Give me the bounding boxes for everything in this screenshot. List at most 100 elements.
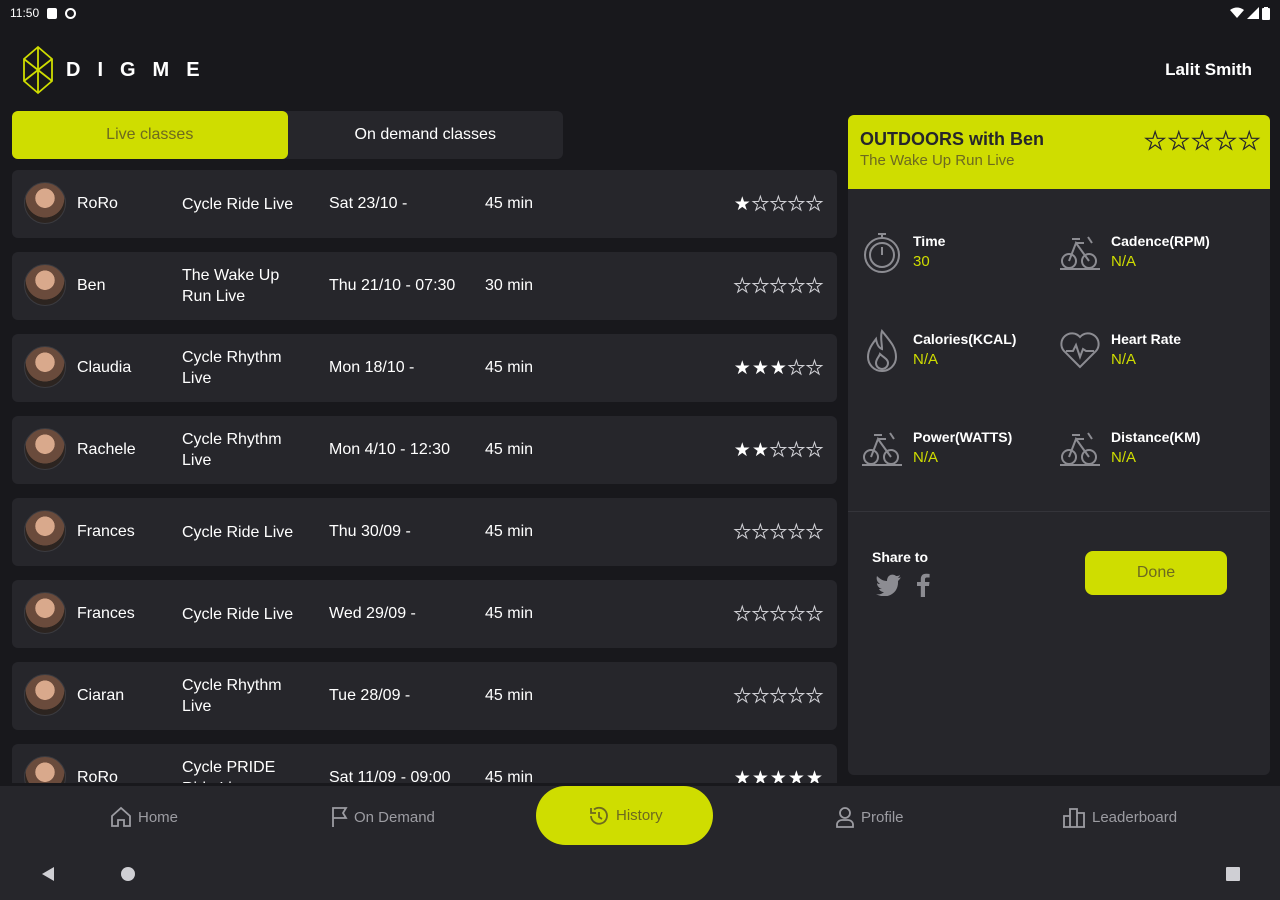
star-icon[interactable]: ★	[805, 603, 823, 626]
metric-label: Time	[913, 233, 946, 249]
class-date: Sat 23/10 -	[329, 195, 408, 212]
star-icon[interactable]: ★	[751, 685, 769, 708]
instructor-avatar	[24, 510, 66, 552]
star-icon[interactable]: ★	[733, 521, 751, 544]
tab-on-demand-classes[interactable]: On demand classes	[288, 111, 564, 159]
nav-leaderboard[interactable]: Leaderboard	[1062, 786, 1177, 848]
star-icon[interactable]: ★	[1167, 127, 1190, 156]
star-icon[interactable]: ★	[751, 603, 769, 626]
class-name: Cycle Ride Live	[182, 195, 294, 213]
nav-home[interactable]: Home	[110, 786, 178, 848]
star-icon[interactable]: ★	[734, 767, 751, 784]
nav-profile[interactable]: Profile	[835, 786, 904, 848]
star-icon[interactable]: ★	[769, 193, 787, 216]
star-icon[interactable]: ★	[787, 521, 805, 544]
class-name: Cycle Rhythm Live	[182, 677, 282, 715]
facebook-icon[interactable]	[916, 573, 930, 597]
star-icon[interactable]: ★	[734, 439, 751, 462]
star-icon[interactable]: ★	[752, 439, 769, 462]
star-icon[interactable]: ★	[751, 521, 769, 544]
class-rating[interactable]: ★ ★ ★ ★ ★	[734, 170, 824, 238]
tab-live-classes[interactable]: Live classes	[12, 111, 288, 159]
star-icon[interactable]: ★	[751, 193, 769, 216]
class-rating[interactable]: ★ ★ ★ ★ ★	[733, 662, 823, 730]
class-rating[interactable]: ★ ★ ★ ★ ★	[734, 744, 823, 784]
metric-power: Power(WATTS) N/A	[860, 425, 1050, 485]
star-icon[interactable]: ★	[787, 357, 805, 380]
star-icon[interactable]: ★	[733, 685, 751, 708]
class-rating[interactable]: ★ ★ ★ ★ ★	[733, 580, 823, 648]
star-icon[interactable]: ★	[806, 767, 823, 784]
star-icon[interactable]: ★	[1238, 127, 1261, 156]
class-row[interactable]: Ciaran Cycle Rhythm Live Tue 28/09 - 45 …	[12, 662, 837, 730]
star-icon[interactable]: ★	[1214, 127, 1237, 156]
star-icon[interactable]: ★	[1191, 127, 1214, 156]
star-icon[interactable]: ★	[787, 439, 805, 462]
recents-icon[interactable]	[1225, 866, 1241, 882]
star-icon[interactable]: ★	[752, 357, 769, 380]
star-icon[interactable]: ★	[805, 357, 823, 380]
star-icon[interactable]: ★	[733, 603, 751, 626]
star-icon[interactable]: ★	[787, 193, 805, 216]
home-button-icon[interactable]	[120, 866, 136, 882]
star-icon[interactable]: ★	[751, 275, 769, 298]
star-icon[interactable]: ★	[805, 685, 823, 708]
star-icon[interactable]: ★	[805, 439, 823, 462]
class-name: Cycle Ride Live	[182, 523, 294, 541]
done-button[interactable]: Done	[1085, 551, 1227, 595]
nav-history[interactable]: History	[536, 786, 713, 845]
user-name[interactable]: Lalit Smith	[1165, 60, 1252, 80]
class-detail-panel: OUTDOORS with Ben The Wake Up Run Live ★…	[848, 115, 1270, 775]
class-row[interactable]: Claudia Cycle Rhythm Live Mon 18/10 - 45…	[12, 334, 837, 402]
wifi-icon	[1230, 7, 1244, 18]
star-icon[interactable]: ★	[788, 767, 805, 784]
class-rating[interactable]: ★ ★ ★ ★ ★	[734, 334, 824, 402]
star-icon[interactable]: ★	[734, 193, 751, 216]
star-icon[interactable]: ★	[787, 603, 805, 626]
class-row[interactable]: Frances Cycle Ride Live Wed 29/09 - 45 m…	[12, 580, 837, 648]
class-name: Cycle PRIDE Ride Live	[182, 759, 276, 783]
star-icon[interactable]: ★	[787, 685, 805, 708]
class-date: Sat 11/09 - 09:00	[329, 769, 451, 783]
star-icon[interactable]: ★	[1144, 127, 1167, 156]
instructor-avatar	[24, 756, 66, 783]
class-rating[interactable]: ★ ★ ★ ★ ★	[734, 416, 824, 484]
class-rating[interactable]: ★ ★ ★ ★ ★	[733, 252, 823, 320]
class-type-tabs: Live classes On demand classes	[12, 111, 563, 159]
metric-value: N/A	[1111, 449, 1137, 466]
class-rating[interactable]: ★ ★ ★ ★ ★	[733, 498, 823, 566]
star-icon[interactable]: ★	[805, 275, 823, 298]
class-row[interactable]: Frances Cycle Ride Live Thu 30/09 - 45 m…	[12, 498, 837, 566]
class-duration: 45 min	[485, 687, 534, 704]
star-icon[interactable]: ★	[770, 767, 787, 784]
class-row[interactable]: RoRo Cycle Ride Live Sat 23/10 - 45 min …	[12, 170, 837, 238]
class-history-list: RoRo Cycle Ride Live Sat 23/10 - 45 min …	[12, 170, 837, 783]
instructor-name: Ben	[77, 277, 106, 294]
digme-logo: DIGME	[22, 45, 217, 95]
class-row[interactable]: Ben The Wake Up Run Live Thu 21/10 - 07:…	[12, 252, 837, 320]
star-icon[interactable]: ★	[769, 275, 787, 298]
star-icon[interactable]: ★	[805, 193, 823, 216]
back-icon[interactable]	[40, 866, 56, 882]
class-date: Wed 29/09 -	[329, 605, 416, 622]
metric-value: N/A	[1111, 253, 1137, 270]
star-icon[interactable]: ★	[787, 275, 805, 298]
detail-rating[interactable]: ★ ★ ★ ★ ★	[1144, 127, 1261, 156]
class-row[interactable]: RoRo Cycle PRIDE Ride Live Sat 11/09 - 0…	[12, 744, 837, 783]
star-icon[interactable]: ★	[769, 685, 787, 708]
star-icon[interactable]: ★	[733, 275, 751, 298]
twitter-icon[interactable]	[876, 574, 902, 596]
leaderboard-icon	[1063, 808, 1085, 828]
star-icon[interactable]: ★	[769, 521, 787, 544]
star-icon[interactable]: ★	[734, 357, 751, 380]
class-duration: 45 min	[485, 195, 534, 212]
nav-on-demand[interactable]: On Demand	[330, 786, 435, 848]
class-row[interactable]: Rachele Cycle Rhythm Live Mon 4/10 - 12:…	[12, 416, 837, 484]
star-icon[interactable]: ★	[769, 439, 787, 462]
metric-distance: Distance(KM) N/A	[1058, 425, 1248, 485]
star-icon[interactable]: ★	[752, 767, 769, 784]
instructor-name: Rachele	[77, 441, 136, 458]
star-icon[interactable]: ★	[805, 521, 823, 544]
star-icon[interactable]: ★	[769, 603, 787, 626]
star-icon[interactable]: ★	[770, 357, 787, 380]
